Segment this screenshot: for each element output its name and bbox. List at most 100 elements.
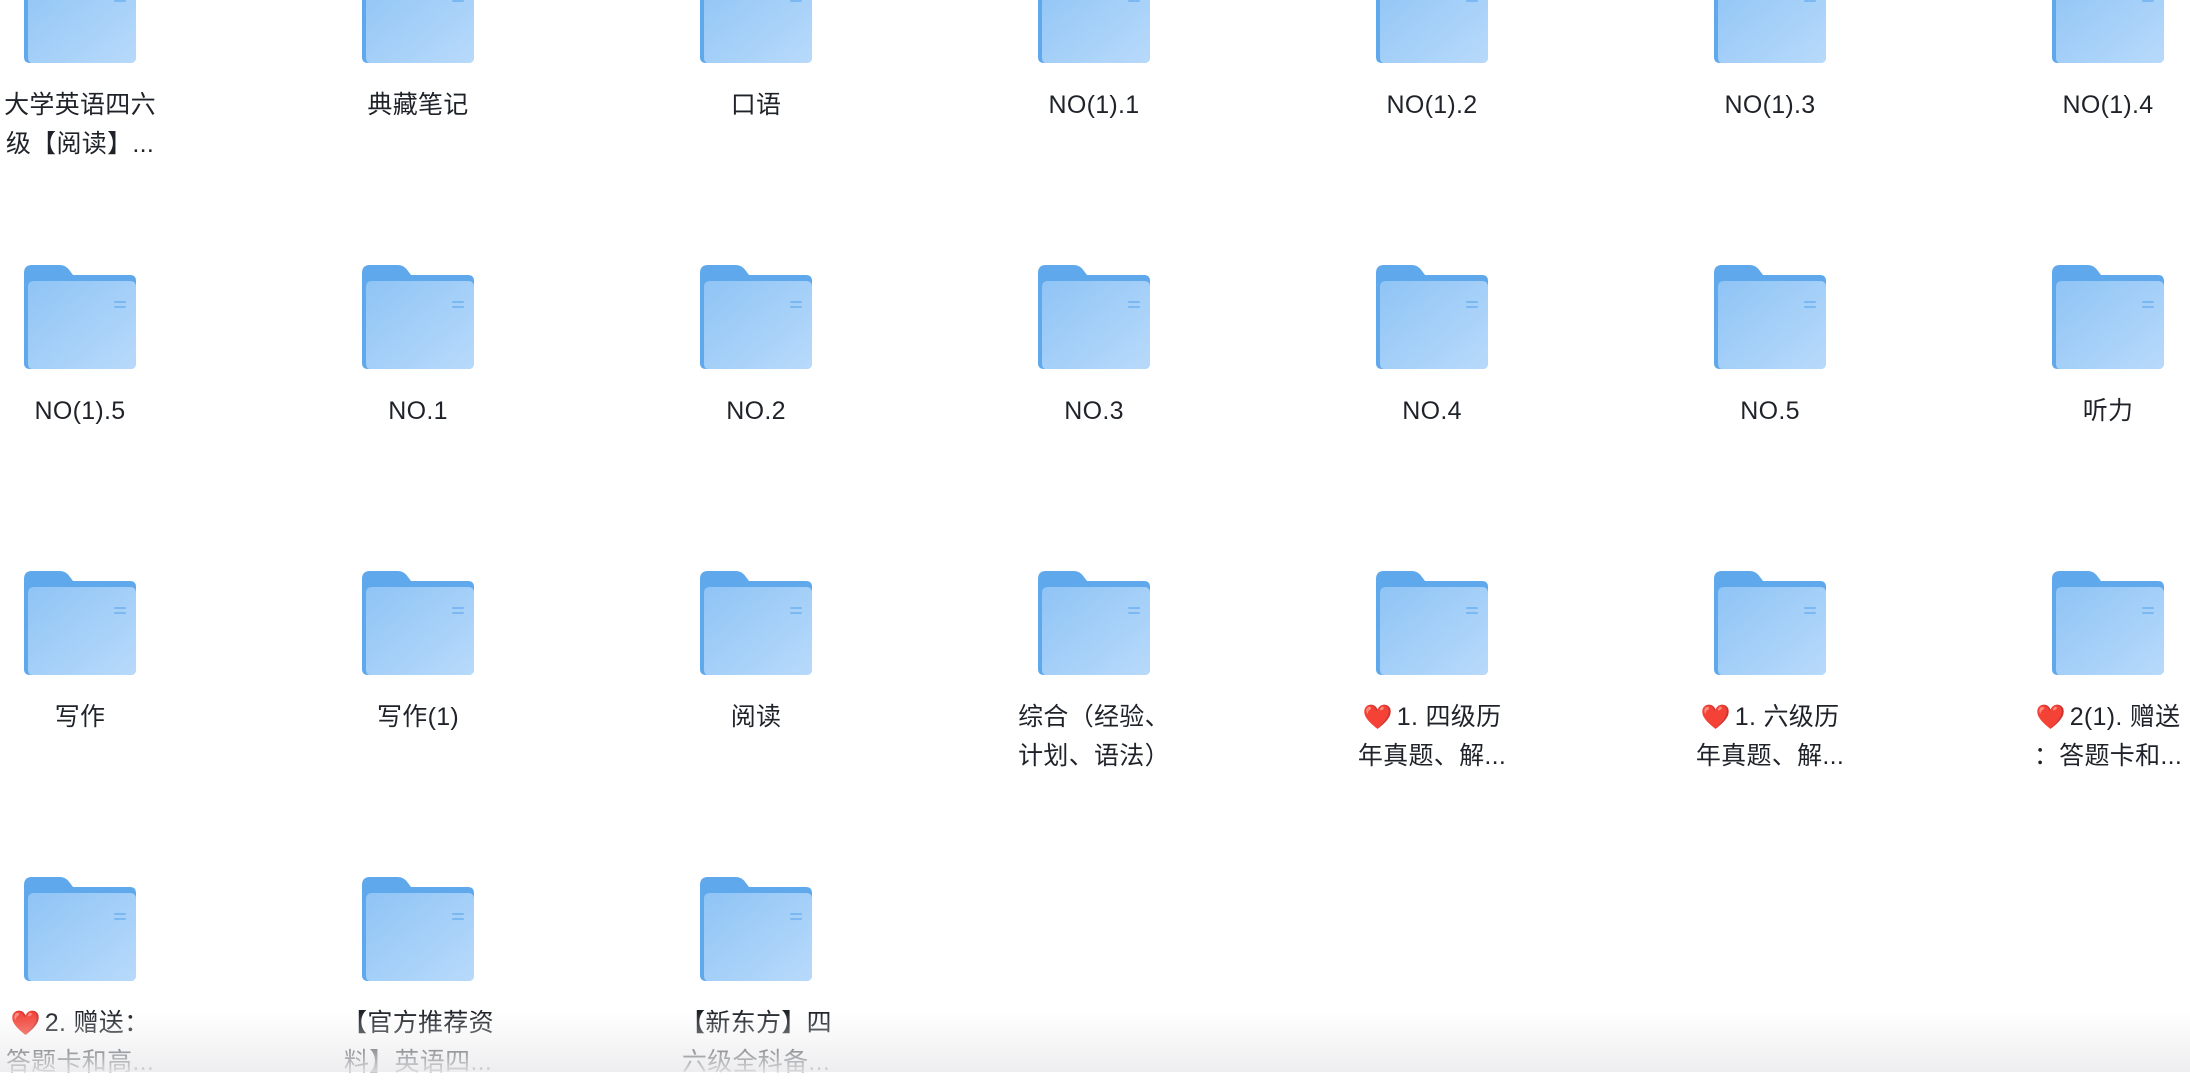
heart-icon: ❤️ [2035,704,2066,731]
folder-label-text: NO(1).2 [1386,91,1478,119]
folder-item[interactable]: 综合（经验、 计划、语法） [1014,0,1174,770]
folder-label-text: 综合（经验、 [1018,703,1170,731]
folder-grid: 大学英语四六 级【阅读】... 典藏笔记 口语 NO(1).1 NO(1).2 NO(1).… [0,0,2190,1076]
folder-icon[interactable] [1374,569,1490,677]
folder-label-line: NO(1).3 [1690,86,1850,125]
folder-label: NO(1).1 [1014,86,1174,125]
folder-icon[interactable] [1374,263,1490,371]
folder-label-text: 2(1). 赠送 [2069,703,2181,731]
folder-label-text: 1. 四级历 [1396,703,1502,731]
folder-label-line: NO.5 [1690,392,1850,431]
folder-label-line: 综合（经验、 [1014,698,1174,737]
folder-label-line: 【新东方】四 [676,1004,836,1043]
folder-item[interactable]: 【新东方】四 六级全科备... [676,0,836,1076]
folder-label: NO.1 [338,392,498,431]
folder-item[interactable]: ❤️ 1. 四级历年真题、解... [1352,0,1512,770]
folder-label-line: 口语 [676,86,836,125]
folder-label-text: NO.3 [1064,397,1124,425]
folder-icon[interactable] [698,0,814,65]
folder-label-text: NO.2 [726,397,786,425]
folder-label: ❤️ 2. 赠送： 答题卡和高... [0,1004,160,1082]
folder-icon[interactable] [1712,569,1828,677]
folder-item[interactable]: 【官方推荐资 料】英语四... [338,0,498,1076]
folder-icon[interactable] [1036,0,1152,65]
folder-label-text: NO.5 [1740,397,1800,425]
folder-label: NO.5 [1690,392,1850,431]
folder-label: 【官方推荐资 料】英语四... [338,1004,498,1082]
folder-label: 写作(1) [338,698,498,737]
folder-item[interactable]: ❤️ 2. 赠送： 答题卡和高... [0,0,160,1076]
folder-icon[interactable] [2050,0,2166,65]
folder-label-line: 典藏笔记 [338,86,498,125]
folder-item[interactable]: ❤️ 2(1). 赠送 ：答题卡和... [2028,0,2188,770]
folder-label-text: 【官方推荐资 [342,1009,494,1037]
folder-icon[interactable] [1036,569,1152,677]
folder-label-line: 六级全科备... [681,1048,831,1076]
folder-label-line: NO.1 [338,392,498,431]
folder-icon[interactable] [2050,569,2166,677]
folder-label-text: NO.4 [1402,397,1462,425]
folder-label-line: 大学英语四六 [0,86,160,125]
folder-item[interactable]: ❤️ 1. 六级历 年真题、解... [1690,0,1850,770]
folder-label: NO(1).4 [2028,86,2188,125]
folder-label-line: ❤️ 2(1). 赠送 [2028,698,2188,737]
folder-label-line: NO.3 [1014,392,1174,431]
folder-label: 【新东方】四 六级全科备... [676,1004,836,1082]
folder-label-line: 写作(1) [338,698,498,737]
folder-label: NO(1).2 [1352,86,1512,125]
folder-label: 大学英语四六 级【阅读】... [0,86,160,164]
folder-label: 综合（经验、 计划、语法） [1014,698,1174,776]
folder-icon[interactable] [1036,263,1152,371]
folder-icon[interactable] [1374,0,1490,65]
folder-label-line: 写作 [0,698,160,737]
folder-label-text: 大学英语四六 [4,91,156,119]
folder-label: 听力 [2028,392,2188,431]
folder-label-text: 写作(1) [376,703,460,731]
folder-icon[interactable] [360,875,476,983]
folder-icon[interactable] [2050,263,2166,371]
folder-icon[interactable] [698,875,814,983]
folder-icon[interactable] [22,875,138,983]
folder-icon[interactable] [698,263,814,371]
folder-label-line: 年真题、解... [1357,742,1507,770]
folder-label-line: 【官方推荐资 [338,1004,498,1043]
heart-icon: ❤️ [1700,704,1731,731]
folder-label: ❤️ 1. 四级历年真题、解... [1352,698,1512,776]
folder-label-text: NO(1).1 [1048,91,1140,119]
folder-label-text: 2. 赠送： [44,1009,150,1037]
folder-label: 典藏笔记 [338,86,498,125]
folder-label-line: NO.4 [1352,392,1512,431]
folder-label-text: 【新东方】四 [680,1009,832,1037]
folder-label-line: NO(1).1 [1014,86,1174,125]
folder-label: NO.2 [676,392,836,431]
folder-label-line: NO(1).4 [2028,86,2188,125]
heart-icon: ❤️ [1362,704,1393,731]
folder-label-line: 计划、语法） [1018,742,1170,770]
folder-label-line: 年真题、解... [1695,742,1845,770]
folder-icon[interactable] [1712,0,1828,65]
folder-label: NO.4 [1352,392,1512,431]
folder-label: NO.3 [1014,392,1174,431]
folder-label-text: NO(1).3 [1724,91,1816,119]
folder-label-line: 听力 [2028,392,2188,431]
folder-label-text: 听力 [2082,397,2134,425]
folder-label-text: 典藏笔记 [367,91,469,119]
folder-icon[interactable] [360,569,476,677]
folder-label: NO(1).3 [1690,86,1850,125]
folder-icon[interactable] [1712,263,1828,371]
folder-label: ❤️ 2(1). 赠送 ：答题卡和... [2028,698,2188,776]
folder-label: 写作 [0,698,160,737]
folder-label: 阅读 [676,698,836,737]
folder-icon[interactable] [22,569,138,677]
folder-label-line: 阅读 [676,698,836,737]
folder-icon[interactable] [360,263,476,371]
folder-label-line: NO.2 [676,392,836,431]
folder-label-text: 写作 [54,703,106,731]
folder-icon[interactable] [360,0,476,65]
folder-icon[interactable] [22,263,138,371]
folder-label-text: 阅读 [730,703,782,731]
folder-icon[interactable] [698,569,814,677]
folder-label: 口语 [676,86,836,125]
folder-icon[interactable] [22,0,138,65]
folder-label-text: 口语 [730,91,782,119]
